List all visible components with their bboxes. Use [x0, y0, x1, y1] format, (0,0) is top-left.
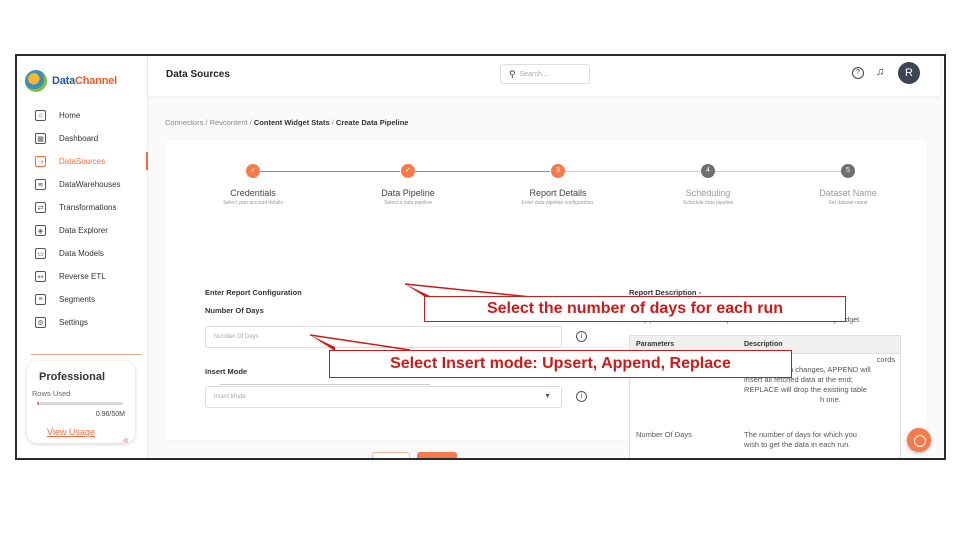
- callout-number-of-days: Select the number of days for each run: [424, 296, 846, 322]
- callout-insert-mode: Select Insert mode: Upsert, Append, Repl…: [329, 350, 792, 378]
- annotation-arrows: [309, 283, 561, 351]
